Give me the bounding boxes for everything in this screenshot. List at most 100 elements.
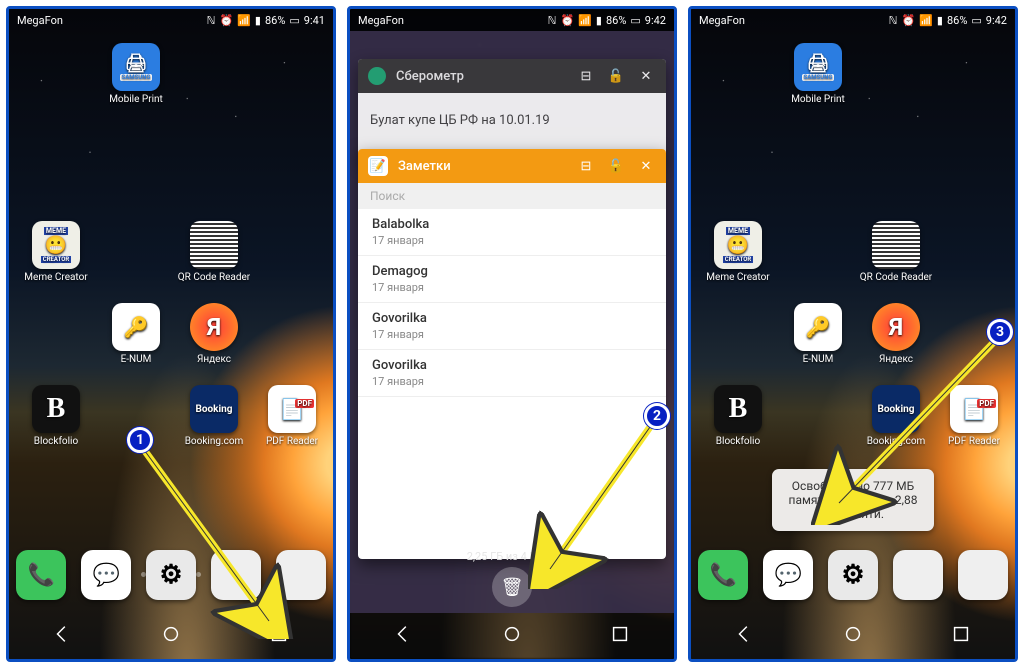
nav-recents-button[interactable] [950,623,972,649]
nav-recents-button[interactable] [609,623,631,649]
clock-label: 9:42 [645,14,666,27]
app-yandex[interactable]: Я Яндекс [177,303,251,365]
signal-icon: ▮ [255,14,261,27]
battery-label: 86% [265,14,285,27]
card-title: Заметки [398,159,566,174]
clock-label: 9:42 [986,14,1007,27]
pdf-icon: PDF 📄 [268,385,316,433]
battery-icon: ▭ [630,14,640,27]
list-item[interactable]: Govorilka17 января [358,303,666,350]
printer-icon: 🖨 SAMSUNG [794,43,842,91]
card-body-text: Булат купе ЦБ РФ на 10.01.19 [370,113,550,128]
battery-icon: ▭ [289,14,299,27]
phone-screenshot-2: MegaFon ℕ ⏰ 📶 ▮ 86% ▭ 9:42 Сберометр ⊟ 🔓… [347,6,677,662]
app-qr-reader[interactable]: QR Code Reader [859,221,933,283]
annotation-badge-3: 3 [987,319,1013,345]
key-icon: 🔑 [112,303,160,351]
qr-icon [872,221,920,269]
annotation-arrow-3 [811,325,1011,525]
status-bar: MegaFon ℕ ⏰ 📶 ▮ 86% ▭ 9:41 [9,9,333,31]
list-item[interactable]: Govorilka17 января [358,350,666,397]
app-mobile-print[interactable]: 🖨 SAMSUNG Mobile Print [99,43,173,105]
alarm-icon: ⏰ [219,14,233,27]
nav-home-button[interactable] [501,623,523,649]
close-icon[interactable]: ✕ [636,69,656,84]
search-field[interactable]: Поиск [358,183,666,209]
nav-bar [691,613,1015,659]
app-icon [368,67,386,85]
split-screen-icon[interactable]: ⊟ [576,159,596,174]
battery-label: 86% [947,14,967,27]
carrier-label: MegaFon [17,14,63,27]
app-label: Mobile Print [109,94,163,105]
carrier-label: MegaFon [358,14,404,27]
list-item[interactable]: Demagog17 января [358,256,666,303]
app-label: Mobile Print [791,94,845,105]
phone-screenshot-1: MegaFon ℕ ⏰ 📶 ▮ 86% ▭ 9:41 🖨 SAMSUNG Mob… [6,6,336,662]
dock-phone[interactable]: 📞 [698,550,748,600]
clear-all-button[interactable]: 🗑 [492,567,532,607]
battery-icon: ▭ [971,14,981,27]
card-title: Сберометр [396,69,566,84]
status-bar: MegaFon ℕ ⏰ 📶 ▮ 86% ▭ 9:42 [350,9,674,31]
app-blockfolio[interactable]: B Blockfolio [19,385,93,447]
app-meme-creator[interactable]: MEME 😬 CREATOR Meme Creator [701,221,775,283]
nav-back-button[interactable] [52,623,74,649]
wifi-icon: 📶 [919,14,933,27]
annotation-badge-2: 2 [644,403,670,429]
dock-settings[interactable]: ⚙ [828,550,878,600]
nfc-icon: ℕ [548,14,557,27]
yandex-icon: Я [190,303,238,351]
dock-messages[interactable]: 💬 [763,550,813,600]
battery-label: 86% [606,14,626,27]
app-label: QR Code Reader [860,272,932,283]
recent-card-sberometer[interactable]: Сберометр ⊟ 🔓 ✕ Булат купе ЦБ РФ на 10.0… [358,59,666,159]
split-screen-icon[interactable]: ⊟ [576,69,596,84]
dock-folder-2[interactable] [958,550,1008,600]
nav-back-button[interactable] [393,623,415,649]
booking-icon: Booking [190,385,238,433]
meme-icon: MEME 😬 CREATOR [32,221,80,269]
qr-icon [190,221,238,269]
wifi-icon: 📶 [237,14,251,27]
app-qr-reader[interactable]: QR Code Reader [177,221,251,283]
signal-icon: ▮ [937,14,943,27]
list-item[interactable]: Balabolka17 января [358,209,666,256]
meme-icon: MEME 😬 CREATOR [714,221,762,269]
nav-home-button[interactable] [842,623,864,649]
trash-icon: 🗑 [501,577,524,598]
app-blockfolio[interactable]: B Blockfolio [701,385,775,447]
nav-back-button[interactable] [734,623,756,649]
blockfolio-icon: B [714,385,762,433]
notes-icon: 📝 [368,156,388,176]
dock-phone[interactable]: 📞 [16,550,66,600]
app-label: Blockfolio [34,436,78,447]
lock-icon[interactable]: 🔓 [606,69,626,84]
app-label: Яндекс [197,354,231,365]
app-label: QR Code Reader [178,272,250,283]
printer-icon: 🖨 SAMSUNG [112,43,160,91]
dock: 📞 💬 ⚙ [691,539,1015,611]
nfc-icon: ℕ [889,14,898,27]
annotation-badge-1: 1 [127,427,153,453]
app-label: Meme Creator [24,272,87,283]
annotation-arrow-2 [528,409,668,589]
status-bar: MegaFon ℕ ⏰ 📶 ▮ 86% ▭ 9:42 [691,9,1015,31]
app-label: E-NUM [121,354,152,365]
alarm-icon: ⏰ [901,14,915,27]
close-icon[interactable]: ✕ [636,159,656,174]
app-mobile-print[interactable]: 🖨 SAMSUNG Mobile Print [781,43,855,105]
blockfolio-icon: B [32,385,80,433]
carrier-label: MegaFon [699,14,745,27]
wifi-icon: 📶 [578,14,592,27]
app-label: Blockfolio [716,436,760,447]
nav-bar [350,613,674,659]
lock-icon[interactable]: 🔓 [606,159,626,174]
app-label: Meme Creator [706,272,769,283]
signal-icon: ▮ [596,14,602,27]
notes-list: Balabolka17 января Demagog17 января Govo… [358,209,666,397]
nfc-icon: ℕ [207,14,216,27]
dock-folder-1[interactable] [893,550,943,600]
app-meme-creator[interactable]: MEME 😬 CREATOR Meme Creator [19,221,93,283]
app-enum[interactable]: 🔑 E-NUM [99,303,173,365]
